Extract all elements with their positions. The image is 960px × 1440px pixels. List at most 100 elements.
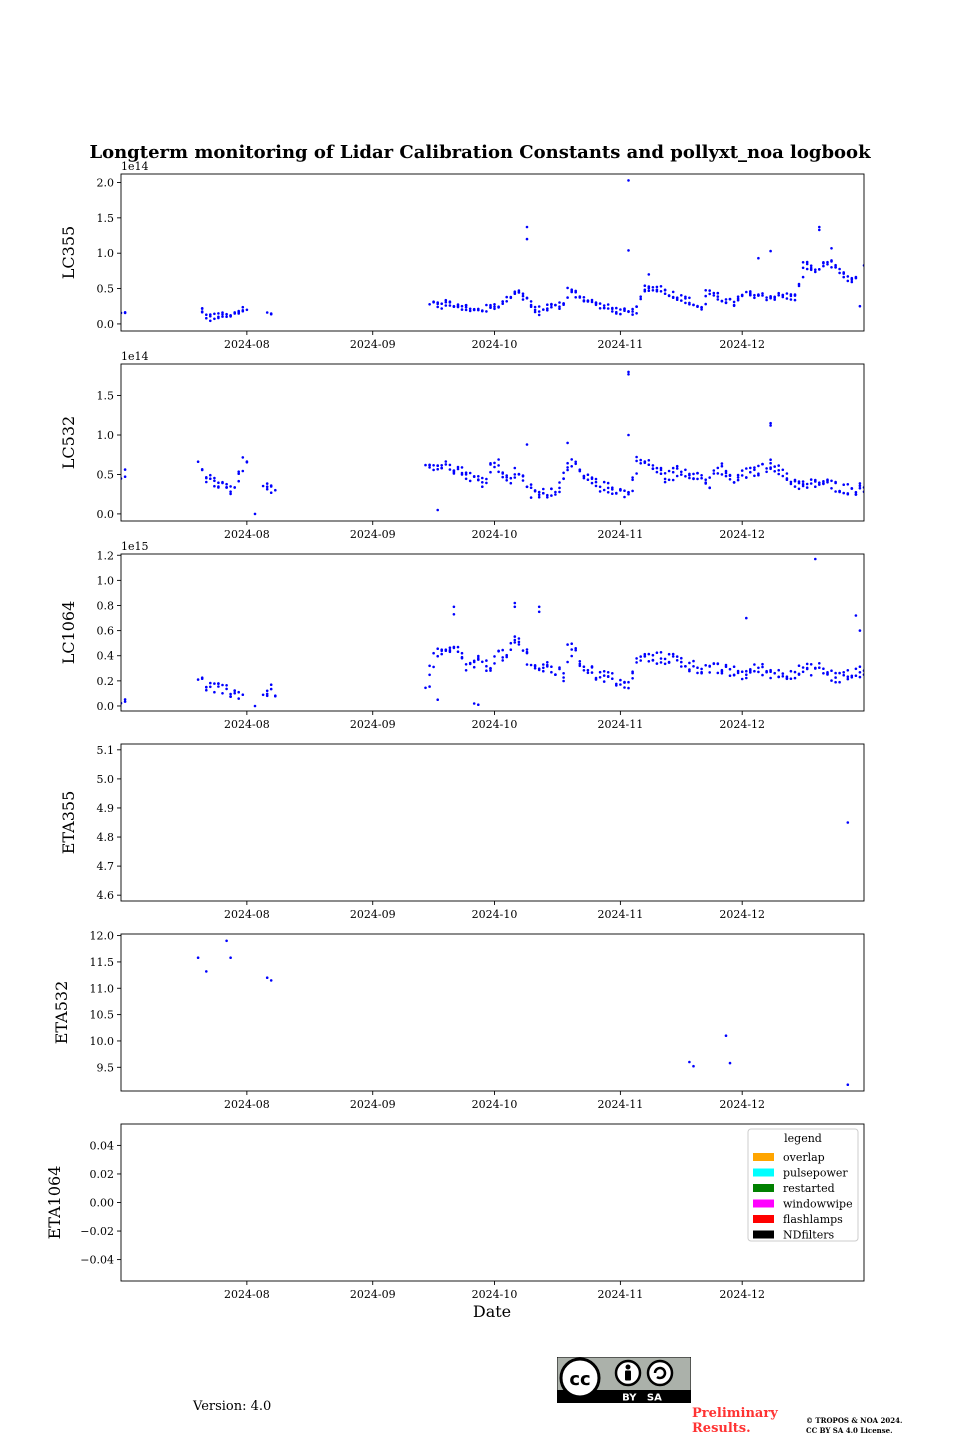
data-point <box>448 463 452 467</box>
data-point <box>229 956 232 959</box>
data-point <box>489 305 492 309</box>
data-point <box>667 294 671 297</box>
data-point <box>769 249 772 253</box>
data-point <box>789 669 793 673</box>
data-point <box>513 641 517 644</box>
data-point <box>757 670 760 674</box>
data-point <box>834 266 837 269</box>
data-point <box>598 676 602 679</box>
data-point <box>606 486 610 490</box>
plot-frame <box>120 743 865 902</box>
data-point <box>635 459 638 463</box>
data-point <box>745 290 748 294</box>
data-point <box>501 648 505 652</box>
data-point <box>846 677 850 681</box>
data-point <box>229 492 232 496</box>
x-tick-label: 2024-09 <box>350 1288 396 1301</box>
data-point <box>497 305 500 309</box>
data-point <box>566 468 569 472</box>
data-point <box>611 672 614 675</box>
data-point <box>838 489 841 493</box>
data-point <box>602 304 606 307</box>
data-point <box>464 663 468 666</box>
data-point <box>542 669 545 673</box>
data-point <box>805 662 809 666</box>
data-point <box>753 293 756 297</box>
data-point <box>777 472 780 476</box>
data-point <box>521 649 525 652</box>
data-point <box>789 298 793 301</box>
x-tick-label: 2024-08 <box>224 1288 270 1301</box>
data-point <box>485 481 488 485</box>
data-point <box>724 301 728 305</box>
data-point <box>631 310 634 313</box>
legend-label-NDfilters: NDfilters <box>783 1229 834 1242</box>
data-point <box>732 300 736 304</box>
data-point <box>663 662 667 666</box>
data-point <box>533 308 537 312</box>
data-point <box>675 474 679 478</box>
data-point <box>205 313 208 317</box>
data-point <box>655 470 659 474</box>
data-point <box>521 294 525 298</box>
data-point <box>481 660 484 664</box>
data-point <box>716 292 720 295</box>
data-point <box>485 303 488 307</box>
data-point <box>712 662 716 666</box>
data-point <box>529 496 533 499</box>
data-point <box>217 685 220 688</box>
data-point <box>245 308 249 312</box>
data-point <box>590 671 594 674</box>
data-point <box>550 494 553 497</box>
data-point <box>842 491 845 495</box>
data-point <box>582 669 586 672</box>
data-point <box>781 672 785 675</box>
data-point <box>623 495 626 499</box>
data-point <box>773 671 776 675</box>
data-point <box>801 666 805 669</box>
data-point <box>436 467 440 471</box>
data-point <box>452 472 456 475</box>
data-point <box>221 692 224 695</box>
data-point <box>521 298 525 301</box>
data-point <box>554 493 557 496</box>
data-point <box>566 660 569 664</box>
data-point <box>809 674 813 677</box>
plot-frame <box>120 173 865 332</box>
data-point <box>225 687 228 691</box>
data-point <box>229 314 232 317</box>
data-point <box>680 665 683 668</box>
data-point <box>265 482 269 485</box>
data-point <box>692 659 695 663</box>
legend-label-restarted: restarted <box>783 1182 835 1195</box>
data-point <box>765 467 768 470</box>
data-point <box>269 484 273 487</box>
data-point <box>485 664 488 668</box>
data-point <box>509 641 513 645</box>
data-point <box>655 289 659 293</box>
data-point <box>834 490 837 493</box>
y-tick-label: 4.6 <box>97 889 115 902</box>
data-point <box>574 462 577 466</box>
data-point <box>509 481 513 485</box>
data-point <box>529 663 533 667</box>
data-point <box>826 479 829 483</box>
data-point <box>521 292 525 296</box>
data-point <box>265 694 269 698</box>
data-point <box>444 463 448 466</box>
data-point <box>736 473 740 477</box>
data-point <box>460 466 464 469</box>
data-point <box>274 488 277 492</box>
data-point <box>233 486 236 489</box>
data-point <box>525 485 529 489</box>
data-point <box>805 482 809 486</box>
x-tick-label: 2024-10 <box>472 1098 518 1111</box>
data-point <box>209 319 212 323</box>
data-point <box>757 666 760 670</box>
data-point <box>428 664 431 668</box>
x-tick-label: 2024-11 <box>598 338 644 351</box>
data-point <box>858 671 862 674</box>
data-point <box>838 671 841 675</box>
data-point <box>452 613 456 616</box>
data-point <box>724 1034 728 1037</box>
